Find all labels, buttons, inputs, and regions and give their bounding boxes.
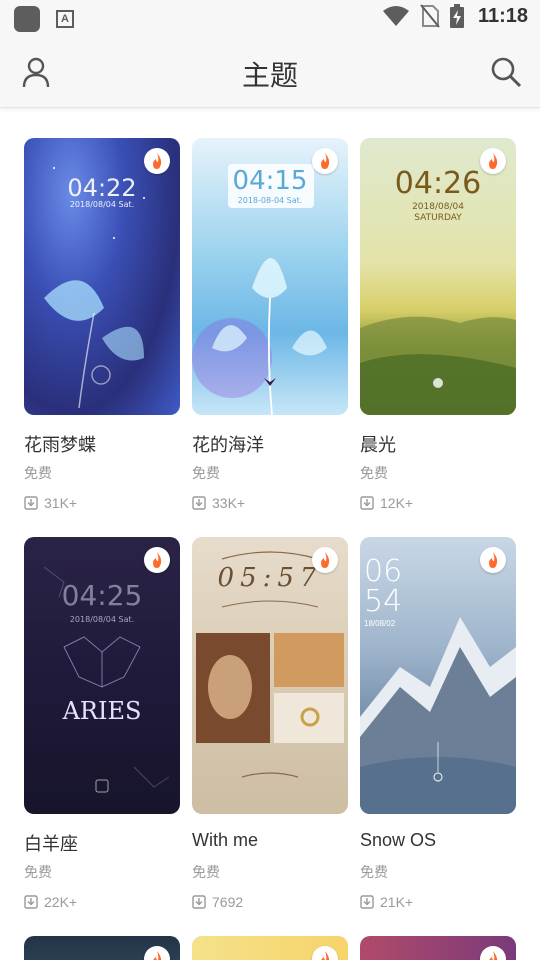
app-notification-icon: [14, 6, 40, 32]
theme-preview[interactable]: 04:22 2018/08/04 Sat.: [24, 138, 180, 415]
download-icon: [360, 496, 374, 510]
hot-badge: [312, 547, 338, 573]
theme-card[interactable]: 04:15 2018-08-04 Sat. 花的海洋 免费 33K+: [192, 138, 348, 511]
theme-card[interactable]: [24, 936, 180, 960]
preview-date: 2018-08-04 Sat.: [237, 196, 303, 205]
theme-preview[interactable]: 04:25 2018/08/04 Sat. ARIES: [24, 537, 180, 814]
page-title: 主题: [241, 59, 298, 92]
fire-icon: [153, 951, 162, 960]
preview-day: SATURDAY: [414, 213, 462, 223]
search-button[interactable]: [488, 54, 524, 90]
theme-preview[interactable]: 06 54 18/08/02: [360, 537, 516, 814]
fire-icon: [489, 552, 498, 568]
download-count: 33K+: [192, 495, 348, 511]
download-count: 22K+: [24, 894, 180, 910]
preview-clock-hour: 06: [364, 554, 403, 589]
download-count: 12K+: [360, 495, 516, 511]
download-icon: [192, 496, 206, 510]
preview-clock: 04:22: [67, 174, 137, 202]
fire-icon: [321, 552, 330, 568]
theme-card[interactable]: 04:25 2018/08/04 Sat. ARIES 白羊座 免费 22K+: [24, 537, 180, 910]
search-icon: [491, 57, 522, 88]
fire-icon: [153, 552, 162, 568]
fire-icon: [489, 153, 498, 169]
theme-preview[interactable]: 04:15 2018-08-04 Sat.: [192, 138, 348, 415]
download-icon: [24, 496, 38, 510]
theme-card[interactable]: 04:22 2018/08/04 Sat. 花雨梦蝶 免费 31K+: [24, 138, 180, 511]
theme-name: Snow OS: [360, 830, 437, 850]
theme-card[interactable]: [192, 936, 348, 960]
hot-badge: [144, 148, 170, 174]
battery-charging-icon: [449, 4, 464, 28]
status-bar: A 11:18: [0, 0, 540, 36]
theme-preview[interactable]: [192, 936, 348, 960]
status-time: 11:18: [477, 4, 528, 27]
theme-price: 免费: [192, 465, 220, 481]
preview-clock-minute: 54: [364, 584, 403, 619]
preview-clock: 04:25: [61, 579, 143, 612]
hot-badge: [480, 547, 506, 573]
hot-badge: [480, 148, 506, 174]
app-bar: 主题: [0, 36, 540, 108]
fire-icon: [321, 951, 330, 960]
theme-preview[interactable]: [24, 936, 180, 960]
download-count-value: 21K+: [380, 894, 414, 910]
theme-preview[interactable]: [360, 936, 516, 960]
download-count: 31K+: [24, 495, 180, 511]
download-icon: [24, 895, 38, 909]
theme-price: 免费: [360, 864, 388, 880]
fire-icon: [489, 951, 498, 960]
hot-badge: [144, 547, 170, 573]
wifi-icon: [382, 6, 409, 26]
theme-name: 晨光: [360, 435, 396, 455]
theme-name: 白羊座: [24, 834, 78, 854]
download-count-value: 33K+: [212, 495, 246, 511]
hot-badge: [312, 148, 338, 174]
theme-name: 花的海洋: [192, 435, 264, 455]
theme-card[interactable]: 06 54 18/08/02 Snow OS 免费 21K+: [360, 537, 516, 910]
hot-badge: [480, 946, 506, 960]
theme-price: 免费: [24, 465, 52, 481]
no-sim-icon: [420, 4, 440, 28]
theme-card[interactable]: 05:57 With me 免费 7692: [192, 537, 348, 910]
theme-preview[interactable]: 05:57: [192, 537, 348, 814]
keyboard-a-icon: A: [56, 10, 74, 28]
preview-date: 18/08/02: [364, 619, 396, 628]
theme-name: With me: [192, 830, 259, 850]
download-count-value: 7692: [212, 894, 244, 910]
preview-date: 2018/08/04 Sat.: [69, 615, 135, 624]
theme-preview[interactable]: 04:26 2018/08/04 SATURDAY: [360, 138, 516, 415]
theme-price: 免费: [360, 465, 388, 481]
theme-card[interactable]: 04:26 2018/08/04 SATURDAY 晨光 免费 12K+: [360, 138, 516, 511]
preview-date: 2018/08/04 Sat.: [69, 200, 135, 209]
hot-badge: [144, 946, 170, 960]
download-count-value: 31K+: [44, 495, 78, 511]
download-count: 21K+: [360, 894, 516, 910]
download-icon: [192, 895, 206, 909]
download-count: 7692: [192, 894, 348, 910]
download-count-value: 22K+: [44, 894, 78, 910]
download-count-value: 12K+: [380, 495, 414, 511]
fire-icon: [321, 153, 330, 169]
theme-price: 免费: [192, 864, 220, 880]
download-icon: [360, 895, 374, 909]
preview-date: 2018/08/04: [412, 202, 464, 212]
theme-name: 花雨梦蝶: [24, 435, 96, 455]
theme-price: 免费: [24, 864, 52, 880]
hot-badge: [312, 946, 338, 960]
preview-badge: ARIES: [62, 697, 142, 725]
fire-icon: [153, 153, 162, 169]
theme-card[interactable]: [360, 936, 516, 960]
